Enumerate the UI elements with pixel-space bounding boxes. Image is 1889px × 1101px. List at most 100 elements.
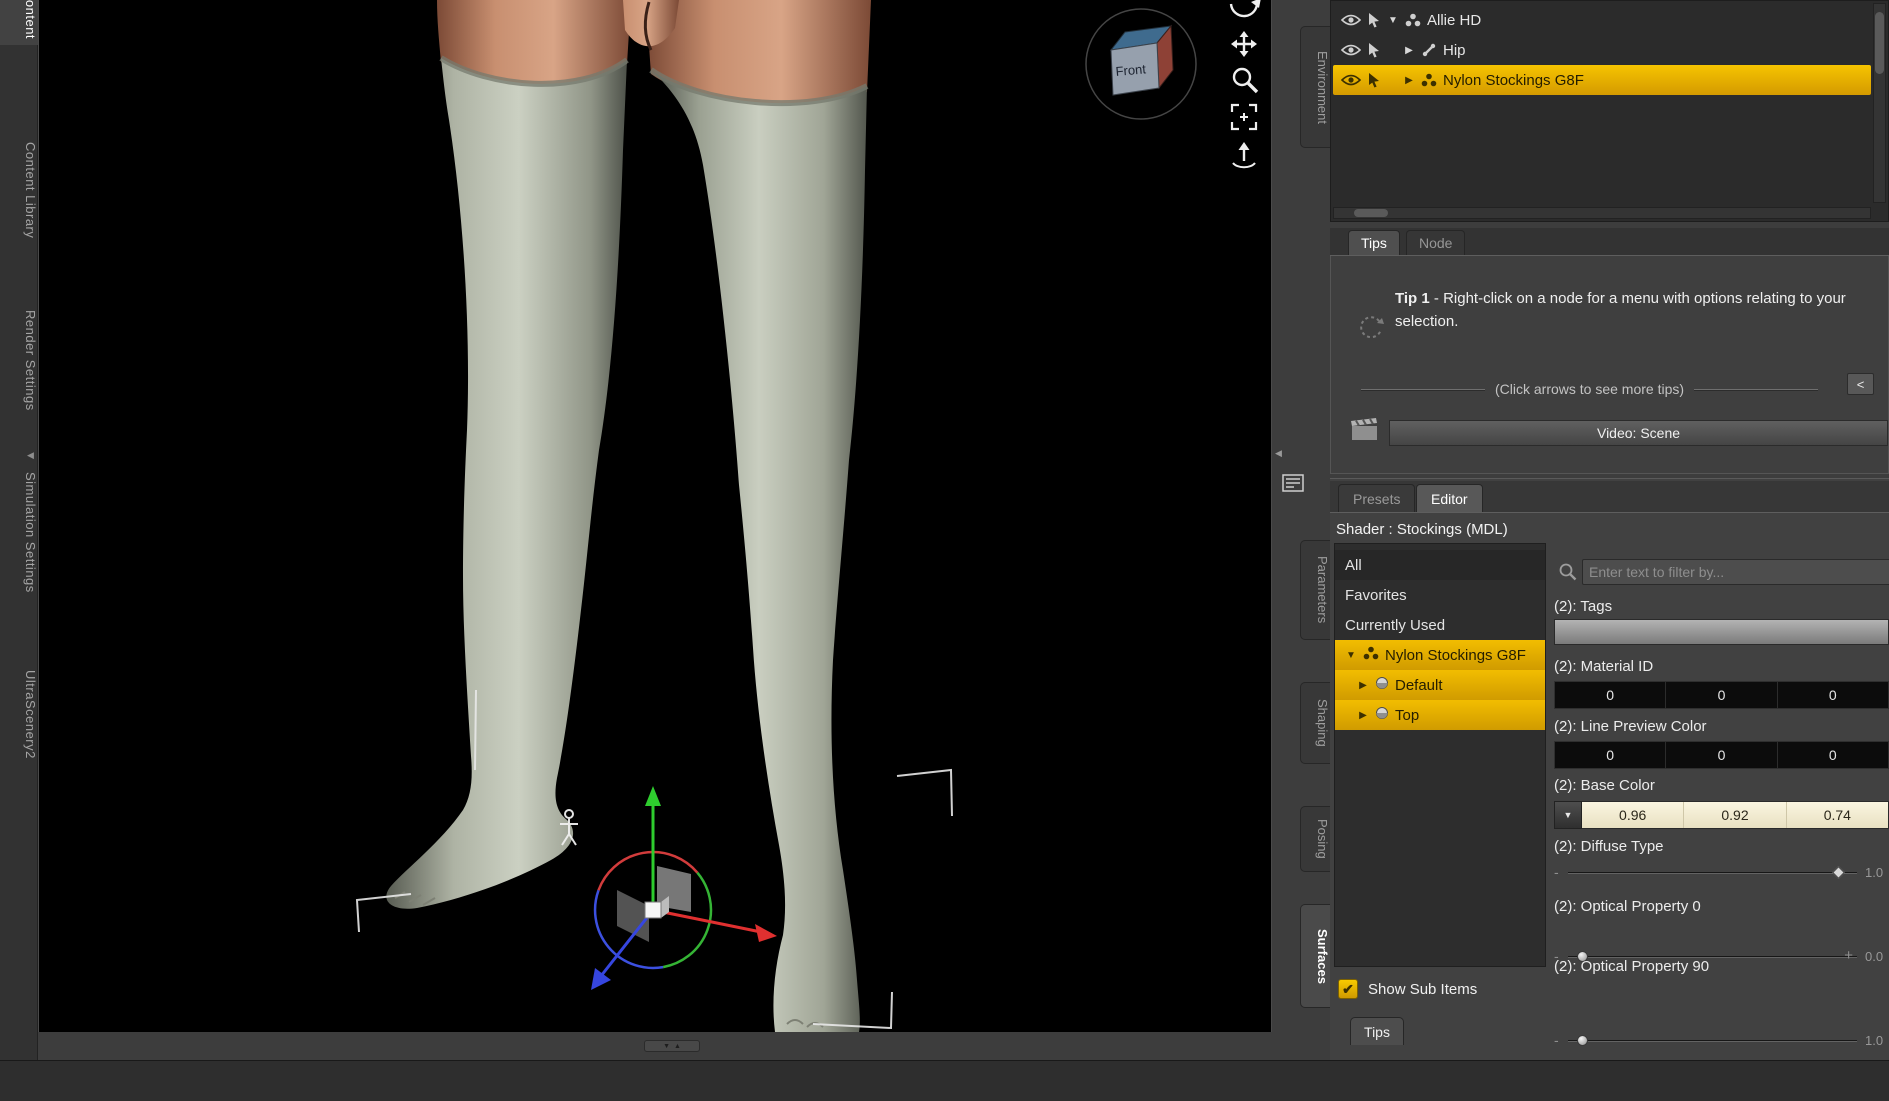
dock-tab-content[interactable]: Content	[0, 0, 38, 46]
bone-node-icon	[1421, 42, 1437, 58]
value-cell[interactable]: 0	[1555, 682, 1667, 708]
more-tips-text: (Click arrows to see more tips)	[1494, 381, 1685, 397]
tab-presets[interactable]: Presets	[1338, 484, 1416, 512]
expand-icon[interactable]: ▶	[1357, 680, 1369, 691]
list-item-favorites[interactable]: Favorites	[1335, 580, 1545, 610]
scene-node-label[interactable]: Allie HD	[1427, 12, 1481, 29]
aim-view-icon[interactable]	[1232, 142, 1256, 169]
bottom-tab-tips[interactable]: Tips	[1350, 1017, 1404, 1045]
dock-tab-content-library[interactable]: Content Library	[0, 136, 38, 244]
viewport-bottom-strip: ▼ ▲	[38, 1032, 1272, 1060]
show-sub-items-checkbox[interactable]: ✔	[1338, 979, 1358, 999]
frame-view-icon[interactable]	[1230, 103, 1258, 131]
tab-posing[interactable]: Posing	[1300, 806, 1330, 872]
scrollbar-thumb[interactable]	[1354, 209, 1388, 217]
scrollbar-thumb[interactable]	[1875, 12, 1884, 74]
tags-field[interactable]	[1554, 619, 1889, 645]
scene-node-label[interactable]: Hip	[1443, 42, 1466, 59]
tab-environment[interactable]: Environment	[1300, 26, 1330, 148]
tips-pane: Tips Node Tip 1 - Right-click on a node …	[1330, 228, 1889, 474]
filter-row	[1552, 557, 1889, 587]
dock-tab-render-settings[interactable]: Render Settings	[0, 304, 38, 417]
dock-tab-simulation-settings[interactable]: Simulation Settings	[0, 466, 38, 599]
value-cell[interactable]: 0	[1666, 742, 1778, 768]
slider-plus-icon[interactable]: +	[1844, 947, 1853, 964]
value-cell[interactable]: 0	[1778, 742, 1888, 768]
figure-legs	[386, 0, 871, 1032]
collapse-icon[interactable]: ▼	[1345, 650, 1357, 661]
visibility-eye-icon[interactable]	[1341, 44, 1361, 56]
slider-minus-icon[interactable]: -	[1554, 1032, 1559, 1048]
filter-input[interactable]	[1582, 559, 1889, 585]
scene-node-label[interactable]: Nylon Stockings G8F	[1443, 72, 1584, 89]
value-cell[interactable]: 0.96	[1582, 802, 1685, 828]
view-cube[interactable]: Front	[1085, 8, 1197, 120]
list-item-currently-used[interactable]: Currently Used	[1335, 610, 1545, 640]
value-cell[interactable]: 0.74	[1787, 802, 1888, 828]
property-label-optical-property-0: (2): Optical Property 0	[1554, 898, 1701, 915]
property-label-base-color: (2): Base Color	[1554, 777, 1655, 794]
selectable-pointer-icon[interactable]	[1367, 12, 1381, 28]
zoom-view-icon[interactable]	[1232, 67, 1259, 94]
scene-node-nylon-stockings[interactable]: ▶ Nylon Stockings G8F	[1333, 65, 1871, 95]
diffuse-type-slider[interactable]: - 1.0	[1554, 861, 1889, 885]
divider-line	[1694, 388, 1819, 390]
collapse-icon[interactable]: ▼	[1387, 15, 1399, 26]
tree-item-top[interactable]: ▶ Top	[1335, 700, 1545, 730]
tab-node[interactable]: Node	[1406, 230, 1466, 255]
visibility-eye-icon[interactable]	[1341, 14, 1361, 26]
bottom-bar	[0, 1060, 1889, 1101]
view-cube-front-label[interactable]: Front	[1115, 61, 1147, 79]
rotate-view-icon[interactable]	[1229, 0, 1261, 18]
list-item-all[interactable]: All	[1335, 550, 1545, 580]
pan-view-icon[interactable]	[1231, 31, 1257, 57]
scene-node-hip[interactable]: ▶ Hip	[1333, 35, 1871, 65]
pane-options-icon[interactable]	[1282, 474, 1304, 492]
viewport[interactable]: Front	[38, 0, 1272, 1032]
expand-icon[interactable]: ▶	[1357, 710, 1369, 721]
line-preview-color-values: 0 0 0	[1554, 741, 1889, 769]
slider-groove[interactable]	[1568, 1035, 1857, 1046]
divider-line	[1361, 388, 1485, 390]
previous-tip-button[interactable]: <	[1847, 373, 1874, 395]
scene-horizontal-scrollbar[interactable]	[1333, 207, 1871, 219]
transform-gizmo[interactable]	[591, 786, 777, 990]
value-cell[interactable]: 0	[1666, 682, 1778, 708]
tree-item-nylon-stockings[interactable]: ▼ Nylon Stockings G8F	[1335, 640, 1545, 670]
tree-item-label: Default	[1395, 676, 1443, 694]
visibility-eye-icon[interactable]	[1341, 74, 1361, 86]
viewport-render[interactable]: Front	[39, 0, 1273, 1032]
expand-icon[interactable]: ▶	[1403, 45, 1415, 56]
selectable-pointer-icon[interactable]	[1367, 42, 1381, 58]
more-tips-hint: (Click arrows to see more tips)	[1361, 378, 1819, 400]
value-cell[interactable]: 0.92	[1684, 802, 1787, 828]
show-sub-items-row: ✔ Show Sub Items	[1338, 979, 1477, 999]
slider-handle[interactable]	[1832, 866, 1845, 879]
surface-properties: (2): Tags (2): Material ID 0 0 0 (2): Li…	[1552, 543, 1889, 1073]
tab-parameters[interactable]: Parameters	[1300, 540, 1330, 640]
selectable-pointer-icon[interactable]	[1367, 72, 1381, 88]
tab-shaping[interactable]: Shaping	[1300, 682, 1330, 764]
scene-vertical-scrollbar[interactable]	[1873, 3, 1886, 203]
surface-sphere-icon	[1375, 706, 1389, 724]
optical-property-90-slider[interactable]: - 1.0	[1554, 1029, 1889, 1053]
scene-node-allie-hd[interactable]: ▼ Allie HD	[1333, 5, 1871, 35]
slider-minus-icon[interactable]: -	[1554, 864, 1559, 880]
slider-value: 0.0	[1865, 949, 1884, 964]
tree-item-default[interactable]: ▶ Default	[1335, 670, 1545, 700]
dock-collapse-icon[interactable]: ◀	[27, 450, 34, 461]
slider-handle[interactable]	[1576, 1035, 1588, 1046]
tab-tips[interactable]: Tips	[1348, 230, 1400, 255]
pane-splitter-handle[interactable]: ▼ ▲	[644, 1040, 700, 1052]
slider-groove[interactable]	[1568, 866, 1857, 879]
value-cell[interactable]: 0	[1555, 742, 1667, 768]
tab-editor[interactable]: Editor	[1416, 484, 1483, 512]
value-cell[interactable]: 0	[1778, 682, 1888, 708]
dock-tab-ultrascenery2[interactable]: UltraScenery2	[0, 664, 38, 765]
expand-icon[interactable]: ▶	[1403, 75, 1415, 86]
panel-collapse-icon[interactable]: ◀	[1275, 448, 1282, 459]
material-id-values: 0 0 0	[1554, 681, 1889, 709]
tab-surfaces[interactable]: Surfaces	[1300, 904, 1330, 1008]
base-color-dropdown-button[interactable]: ▼	[1554, 801, 1582, 829]
video-scene-button[interactable]: Video: Scene	[1389, 420, 1888, 446]
